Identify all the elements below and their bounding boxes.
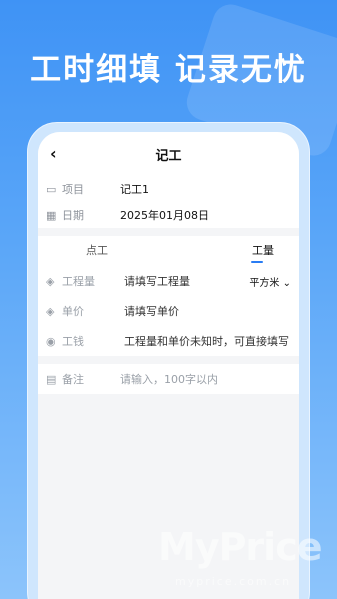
- note-label: 备注: [62, 373, 84, 386]
- nav-bar: ‹ 记工: [38, 132, 299, 176]
- wage-row: ◉ 工钱 工程量和单价未知时，可直接填写: [38, 326, 299, 356]
- info-card: ▭ 项目 记工1 ▦ 日期 2025年01月08日: [38, 176, 299, 228]
- tab-quantity[interactable]: 工量: [156, 236, 299, 266]
- chevron-left-icon[interactable]: ‹: [50, 144, 70, 164]
- watermark-url: myprice.com.cn: [175, 575, 292, 588]
- date-value: 2025年01月08日: [120, 209, 209, 222]
- price-label: 单价: [62, 305, 84, 318]
- project-value: 记工1: [120, 183, 149, 196]
- watermark-logo: MyPrice: [158, 525, 322, 569]
- note-row: ▤ 备注 请输入，100字以内: [38, 364, 299, 394]
- stack-icon: ◈: [46, 304, 55, 318]
- mode-tabs: 点工 工量: [38, 236, 299, 266]
- section-divider: [38, 356, 299, 364]
- promo-headline: 工时细填 记录无忧: [30, 52, 307, 88]
- wage-label: 工钱: [62, 335, 84, 348]
- quantity-form: ◈ 工程量 请填写工程量 平方米 ⌄ ◈ 单价 请填写单价 ◉ 工钱 工程量和单…: [38, 266, 299, 356]
- calendar-icon: ▦: [46, 208, 57, 222]
- project-label: 项目: [62, 183, 84, 196]
- date-row[interactable]: ▦ 日期 2025年01月08日: [38, 202, 299, 228]
- folder-icon: ▭: [46, 182, 57, 196]
- price-input[interactable]: 请填写单价: [124, 303, 299, 319]
- quantity-row: ◈ 工程量 请填写工程量 平方米 ⌄: [38, 266, 299, 296]
- quantity-input[interactable]: 请填写工程量: [124, 273, 249, 289]
- price-row: ◈ 单价 请填写单价: [38, 296, 299, 326]
- date-label: 日期: [62, 209, 84, 222]
- active-tab-indicator: [251, 261, 263, 263]
- chevron-down-icon: ⌄: [282, 277, 291, 289]
- unit-label: 平方米: [249, 277, 280, 289]
- note-icon: ▤: [46, 372, 57, 386]
- quantity-label: 工程量: [62, 275, 95, 288]
- page-title: 记工: [155, 148, 182, 164]
- note-input[interactable]: 请输入，100字以内: [120, 371, 218, 387]
- section-divider: [38, 228, 299, 236]
- tab-daywork[interactable]: 点工: [38, 236, 156, 266]
- money-bag-icon: ◉: [46, 334, 56, 348]
- project-row[interactable]: ▭ 项目 记工1: [38, 176, 299, 202]
- wage-input[interactable]: 工程量和单价未知时，可直接填写: [124, 333, 299, 349]
- layers-icon: ◈: [46, 274, 55, 288]
- unit-selector[interactable]: 平方米 ⌄: [249, 274, 299, 289]
